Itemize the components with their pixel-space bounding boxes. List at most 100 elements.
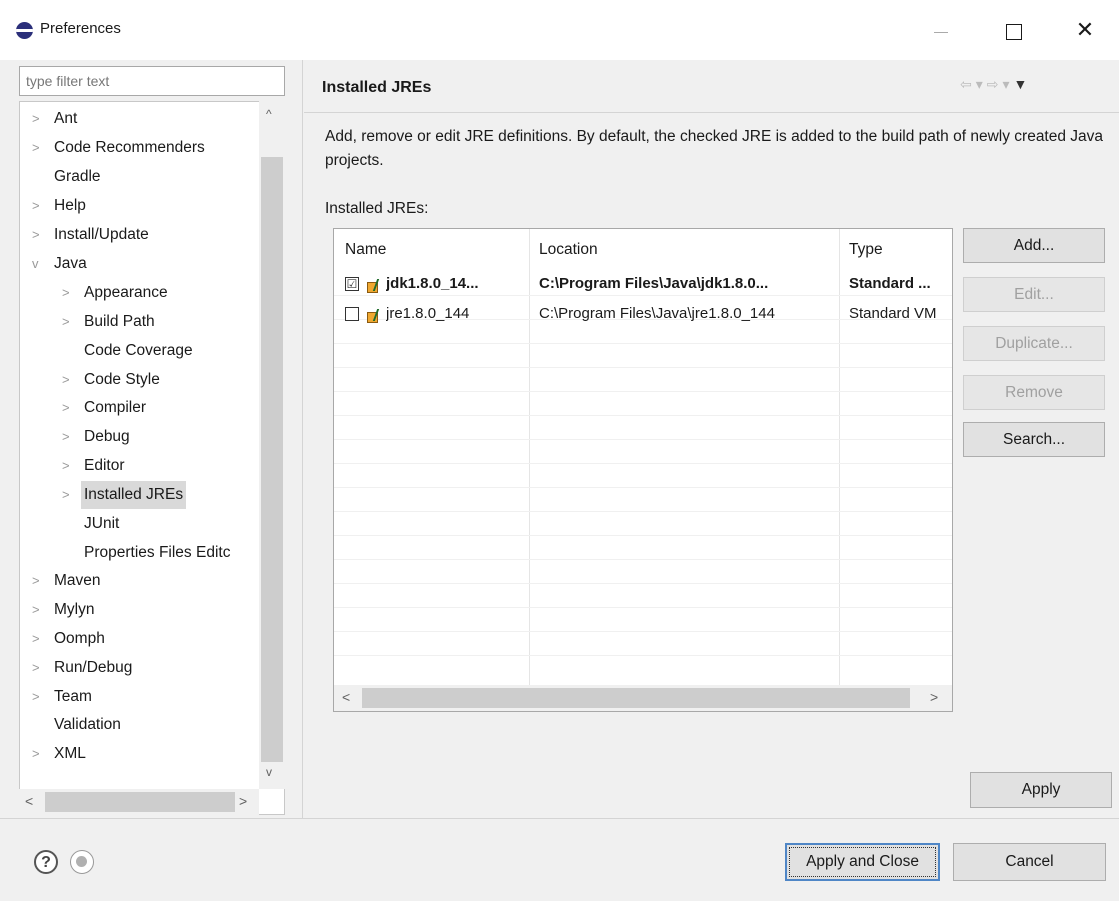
installed-jres-label: Installed JREs: [325, 200, 429, 217]
tree-item-label: Build Path [84, 313, 155, 330]
tree-horizontal-scrollbar[interactable]: < > [19, 789, 259, 815]
column-header-type[interactable]: Type [849, 241, 883, 259]
column-header-name[interactable]: Name [345, 241, 386, 259]
jre-checkbox[interactable] [345, 307, 359, 321]
tree-item-label: Install/Update [54, 226, 149, 243]
expand-icon[interactable]: > [32, 221, 46, 249]
scroll-thumb[interactable] [45, 792, 235, 812]
pane-divider[interactable] [302, 60, 303, 818]
help-icon[interactable]: ? [34, 850, 58, 874]
tree-item-label: Java [54, 255, 87, 272]
tree-item-label: Code Style [84, 371, 160, 388]
page-description: Add, remove or edit JRE definitions. By … [325, 128, 1104, 169]
row-divider [334, 487, 952, 488]
expand-icon[interactable]: > [32, 625, 46, 653]
tree-item-label: Maven [54, 572, 101, 589]
preference-tree: > Ant > Code Recommenders Gradle > Help … [19, 101, 285, 815]
row-divider [334, 535, 952, 536]
expand-icon[interactable]: > [62, 366, 76, 394]
apply-button[interactable]: Apply [970, 772, 1112, 808]
minimize-button[interactable] [918, 12, 964, 48]
page-title: Installed JREs [322, 79, 432, 96]
row-divider [334, 631, 952, 632]
duplicate-button[interactable]: Duplicate... [963, 326, 1105, 361]
eclipse-icon [16, 22, 33, 39]
row-divider [334, 511, 952, 512]
expand-icon[interactable]: > [32, 683, 46, 711]
tree-item-label: Help [54, 197, 86, 214]
expand-icon[interactable]: > [62, 423, 76, 451]
tree-item-label: Compiler [84, 399, 147, 416]
column-divider[interactable] [839, 229, 840, 685]
footer-separator [0, 818, 1119, 819]
apply-and-close-button[interactable]: Apply and Close [785, 843, 940, 881]
forward-arrow-icon[interactable]: ⇨ [987, 76, 1003, 92]
expand-icon[interactable]: > [32, 740, 46, 768]
expand-icon[interactable]: > [32, 134, 46, 162]
table-horizontal-scrollbar[interactable]: < > [334, 685, 952, 711]
expand-icon[interactable]: > [62, 481, 76, 509]
scroll-thumb[interactable] [362, 688, 910, 708]
tree-item-label: Validation [54, 716, 121, 733]
jre-library-icon [367, 279, 383, 293]
view-menu-icon[interactable]: ▼ [1014, 76, 1032, 92]
jre-type: Standard ... [849, 275, 931, 292]
close-button[interactable]: ✕ [1062, 12, 1108, 48]
edit-button[interactable]: Edit... [963, 277, 1105, 312]
expand-icon[interactable]: > [32, 192, 46, 220]
expand-icon[interactable]: > [62, 452, 76, 480]
row-divider [334, 391, 952, 392]
jre-name: jdk1.8.0_14... [386, 275, 479, 292]
expand-icon[interactable]: > [62, 279, 76, 307]
expand-icon[interactable]: > [62, 308, 76, 336]
row-divider [334, 415, 952, 416]
scroll-left-icon[interactable]: < [25, 793, 33, 809]
column-divider[interactable] [529, 229, 530, 685]
tree-item-label: Debug [84, 428, 130, 445]
default-jre-checkbox[interactable]: ☑ [345, 277, 359, 291]
jre-location: C:\Program Files\Java\jdk1.8.0... [539, 275, 769, 292]
scroll-up-icon[interactable]: ^ [266, 107, 272, 121]
scroll-thumb[interactable] [261, 157, 283, 762]
tree-item-label: Editor [84, 457, 125, 474]
tree-vertical-scrollbar[interactable]: ^ v [259, 101, 285, 789]
cancel-button[interactable]: Cancel [953, 843, 1106, 881]
row-divider [334, 343, 952, 344]
scroll-down-icon[interactable]: v [266, 765, 272, 779]
jre-location: C:\Program Files\Java\jre1.8.0_144 [539, 305, 775, 322]
collapse-icon[interactable]: v [32, 250, 46, 278]
maximize-button[interactable] [991, 12, 1037, 48]
record-icon[interactable] [70, 850, 94, 874]
row-divider [334, 583, 952, 584]
tree-item-label: Properties Files Editc [84, 544, 231, 561]
jre-type: Standard VM [849, 305, 937, 322]
tree-item-label: XML [54, 745, 86, 762]
remove-button[interactable]: Remove [963, 375, 1105, 410]
page-navigation: ⇦▾⇨▾▼ [960, 76, 1031, 93]
search-button[interactable]: Search... [963, 422, 1105, 457]
expand-icon[interactable]: > [62, 394, 76, 422]
expand-icon[interactable]: > [32, 654, 46, 682]
expand-icon[interactable]: > [32, 596, 46, 624]
tree-item-label: Code Recommenders [54, 139, 205, 156]
tree-item-label: Installed JREs [81, 481, 187, 509]
header-separator [304, 112, 1119, 113]
scroll-left-icon[interactable]: < [342, 689, 350, 705]
tree-item-label: Gradle [54, 168, 101, 185]
expand-icon[interactable]: > [32, 105, 46, 133]
column-header-location[interactable]: Location [539, 241, 598, 259]
row-divider [334, 559, 952, 560]
tree-item-label: Run/Debug [54, 659, 133, 676]
scroll-right-icon[interactable]: > [930, 689, 938, 705]
filter-input[interactable] [19, 66, 285, 96]
add-button[interactable]: Add... [963, 228, 1105, 263]
scroll-right-icon[interactable]: > [239, 793, 247, 809]
expand-icon[interactable]: > [32, 567, 46, 595]
back-arrow-icon[interactable]: ⇦ [960, 76, 976, 92]
forward-menu-icon[interactable]: ▾ [1003, 76, 1014, 92]
tree-item-label: Oomph [54, 630, 105, 647]
row-divider [334, 463, 952, 464]
back-menu-icon[interactable]: ▾ [976, 76, 987, 92]
tree-item-label: Ant [54, 110, 78, 127]
window-title: Preferences [40, 20, 121, 37]
